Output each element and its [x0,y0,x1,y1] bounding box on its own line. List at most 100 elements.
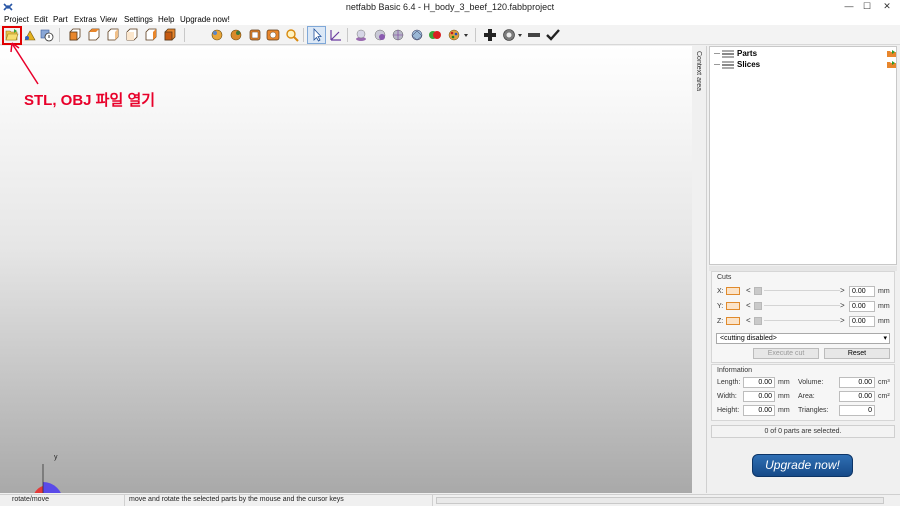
tree-expander[interactable] [714,53,720,54]
progress-bar [436,497,884,504]
selection-status: 0 of 0 parts are selected. [711,425,895,438]
3d-viewport[interactable]: y x z [0,46,692,493]
scale-icon[interactable] [248,28,262,42]
triangles-label: Triangles: [798,407,829,414]
toolbar [0,25,900,45]
height-label: Height: [717,407,740,414]
annotation-label: STL, OBJ 파일 열기 [24,92,156,109]
width-value: 0.00 [743,391,775,402]
information-title: Information [717,367,753,374]
minimize-button[interactable]: — [840,1,858,12]
tree-expander[interactable] [714,64,720,65]
cuts-title: Cuts [717,274,732,281]
color-icon[interactable] [428,28,442,42]
toolbar-separator [347,28,348,42]
width-label: Width: [717,393,737,400]
cut-z-slider[interactable] [754,317,840,325]
length-value: 0.00 [743,377,775,388]
menu-help[interactable]: Help [158,15,174,24]
cut-x-increase[interactable]: > [840,286,845,295]
cut-x-decrease[interactable]: < [746,286,751,295]
cut-z-decrease[interactable]: < [746,316,751,325]
wireframe-icon[interactable] [410,28,424,42]
view-left-icon[interactable] [106,28,120,42]
fit-icon[interactable] [266,28,280,42]
cut-z-unit: mm [878,318,890,325]
area-label: Area: [798,393,815,400]
title-bar: netfabb Basic 6.4 - H_body_3_beef_120.fa… [0,0,900,14]
cut-y-unit: mm [878,303,890,310]
view-bottom-icon[interactable] [163,28,177,42]
maximize-button[interactable]: ☐ [858,1,876,12]
cut-x-checkbox[interactable] [726,287,740,295]
cut-y-increase[interactable]: > [840,301,845,310]
cut-y-checkbox[interactable] [726,302,740,310]
parts-icon [722,50,734,58]
menu-settings[interactable]: Settings [124,15,153,24]
upgrade-now-button[interactable]: Upgrade now! [752,454,853,477]
close-button[interactable]: ✕ [878,1,896,12]
cut-y-value[interactable]: 0.00 [849,301,875,312]
menu-extras[interactable]: Extras [74,15,97,24]
menu-bar: Project Edit Part Extras View Settings H… [0,14,900,25]
cut-x-value[interactable]: 0.00 [849,286,875,297]
measure-icon[interactable] [329,28,343,42]
cut-x-slider[interactable] [754,287,840,295]
execute-cut-button[interactable]: Execute cut [753,348,819,359]
cut-x-unit: mm [878,288,890,295]
cutting-mode-value: <cutting disabled> [720,335,777,342]
slice-icon[interactable] [527,28,541,42]
select-arrow-icon[interactable] [310,28,324,42]
window-title: netfabb Basic 6.4 - H_body_3_beef_120.fa… [345,2,555,12]
cut-y-slider[interactable] [754,302,840,310]
checkmark-icon[interactable] [546,28,560,42]
chevron-down-icon[interactable] [463,28,469,42]
context-area-tab[interactable]: Context area [693,46,707,493]
folder-open-icon[interactable] [887,50,896,57]
axis-y-label: y [54,454,58,461]
rotate-icon[interactable] [229,28,243,42]
tree-item-label: Parts [737,49,758,58]
chevron-down-icon[interactable] [517,28,523,42]
add-icon[interactable] [483,28,497,42]
folder-open-icon[interactable] [887,61,896,68]
view-right-icon[interactable] [125,28,139,42]
view-back-icon[interactable] [87,28,101,42]
reset-button[interactable]: Reset [824,348,890,359]
cut-z-label: Z: [717,318,724,325]
view-front-icon[interactable] [68,28,82,42]
length-label: Length: [717,379,741,386]
cut-y-decrease[interactable]: < [746,301,751,310]
render-icon[interactable] [373,28,387,42]
palette-icon[interactable] [447,28,461,42]
cut-z-checkbox[interactable] [726,317,740,325]
volume-unit: cm³ [878,379,890,386]
move-icon[interactable] [210,28,224,42]
zoom-icon[interactable] [285,28,299,42]
volume-label: Volume: [798,379,824,386]
status-mode: rotate/move [8,495,125,506]
menu-upgrade[interactable]: Upgrade now! [180,15,230,24]
toolbar-separator [303,28,304,42]
cut-y-label: Y: [717,303,724,310]
slices-icon [722,61,734,69]
length-unit: mm [778,379,790,386]
height-value: 0.00 [743,405,775,416]
repair-icon[interactable] [502,28,516,42]
menu-view[interactable]: View [100,15,117,24]
chevron-down-icon: ▾ [883,335,887,342]
status-bar: rotate/move move and rotate the selected… [0,494,900,506]
cut-z-value[interactable]: 0.00 [849,316,875,327]
area-unit: cm² [878,393,890,400]
view-top-icon[interactable] [144,28,158,42]
cut-z-increase[interactable]: > [840,316,845,325]
shading-icon[interactable] [354,28,368,42]
project-tree: Parts Slices [709,46,897,265]
toolbar-separator [475,28,476,42]
cutting-mode-select[interactable]: <cutting disabled> ▾ [716,333,890,344]
height-unit: mm [778,407,790,414]
mesh-icon[interactable] [391,28,405,42]
tree-item-label: Slices [737,60,761,69]
width-unit: mm [778,393,790,400]
toolbar-separator [184,28,185,42]
